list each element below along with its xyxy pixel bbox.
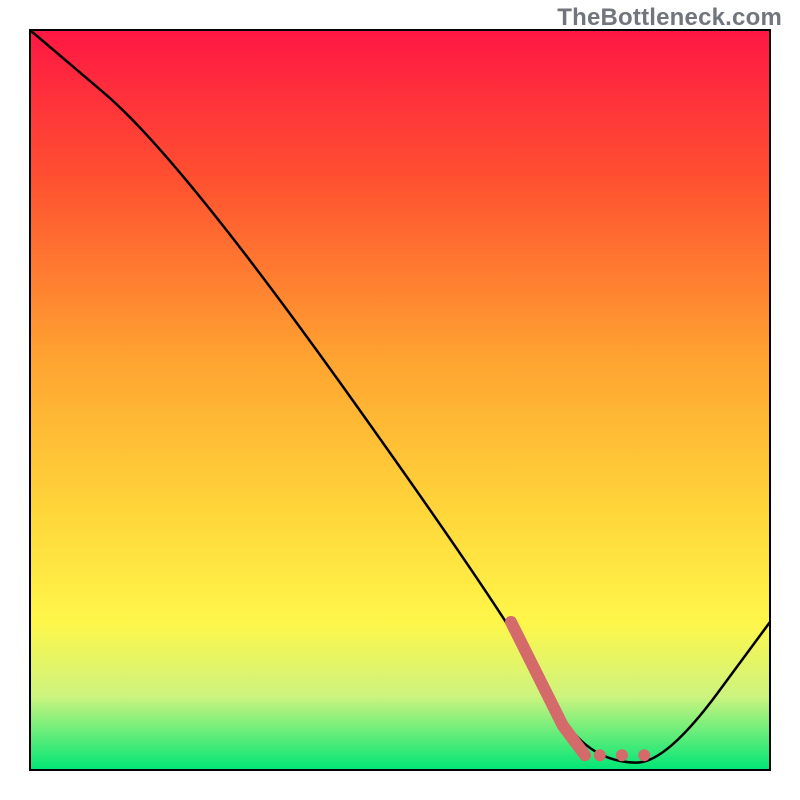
- plot-background: [30, 30, 770, 770]
- watermark-text: TheBottleneck.com: [557, 4, 782, 32]
- bottleneck-chart: [0, 0, 800, 800]
- red-dot: [616, 749, 628, 761]
- chart-container: TheBottleneck.com: [0, 0, 800, 800]
- red-dots-group: [594, 749, 650, 761]
- red-dot: [594, 749, 606, 761]
- red-dot: [638, 749, 650, 761]
